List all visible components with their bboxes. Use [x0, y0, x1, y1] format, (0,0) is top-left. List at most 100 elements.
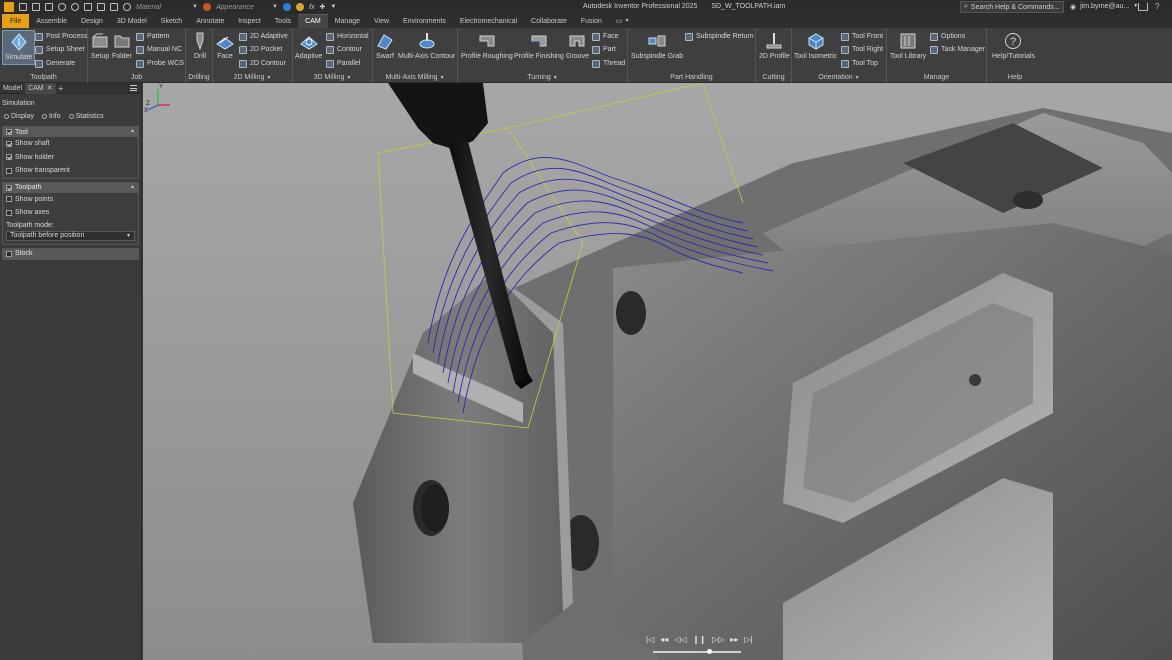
appearance-override-icon[interactable]: [123, 3, 131, 11]
simulate-button[interactable]: Simulate: [2, 30, 36, 65]
clear-appearance-icon[interactable]: [283, 3, 291, 11]
multi-axis-contour-button[interactable]: Multi-Axis Contour: [398, 30, 455, 60]
2d-adaptive-button[interactable]: 2D Adaptive: [239, 31, 288, 42]
part-button[interactable]: Part: [592, 44, 616, 55]
select-icon[interactable]: [110, 3, 118, 11]
tab-design[interactable]: Design: [74, 14, 110, 28]
toolpath-mode-select[interactable]: Toolpath before position ▼: [6, 230, 135, 241]
step-forward-icon[interactable]: ▸▸: [730, 635, 738, 644]
show-transparent-option[interactable]: Show transparent: [3, 164, 138, 178]
fx-button[interactable]: fx: [309, 4, 314, 11]
plus-icon[interactable]: ✚: [319, 3, 325, 11]
manual-nc-button[interactable]: Manual NC: [136, 44, 182, 55]
tool-right-button[interactable]: Tool Right: [841, 44, 883, 55]
subspindle-return-button[interactable]: Subspindle Return: [685, 31, 754, 42]
customize-qat-icon[interactable]: ▼: [330, 4, 336, 10]
tab-model[interactable]: Model: [0, 83, 25, 94]
panel-label-multi-axis[interactable]: Multi-Axis Milling ▼: [373, 74, 457, 81]
simulation-timeline[interactable]: [653, 649, 741, 654]
view-triad[interactable]: Y Z X: [143, 83, 173, 113]
tab-fusion[interactable]: Fusion: [574, 14, 609, 28]
panel-label-2d-milling[interactable]: 2D Milling ▼: [213, 74, 292, 81]
subtab-statistics[interactable]: Statistics: [68, 113, 104, 120]
options-button[interactable]: Options: [930, 31, 965, 42]
tab-cam-browser[interactable]: CAM ✕: [25, 82, 56, 94]
panel-label-turning[interactable]: Turning ▼: [458, 74, 627, 81]
save-icon[interactable]: [45, 3, 53, 11]
material-dropdown[interactable]: Material ▼: [136, 4, 198, 11]
update-icon[interactable]: [97, 3, 105, 11]
2d-profile-button[interactable]: 2D Profile: [759, 30, 790, 60]
generate-button[interactable]: Generate: [35, 58, 75, 69]
ribbon-options-button[interactable]: ▭ ▼: [609, 14, 637, 28]
tool-section-checkbox[interactable]: [6, 129, 12, 135]
toolpath-section-checkbox[interactable]: [6, 184, 12, 191]
show-points-checkbox[interactable]: [6, 196, 12, 203]
show-transparent-checkbox[interactable]: [6, 167, 12, 174]
tool-section-header[interactable]: Tool ▲: [3, 127, 138, 137]
parallel-button[interactable]: Parallel: [326, 58, 360, 69]
stock-section-header[interactable]: Stock: [3, 248, 138, 259]
2d-contour-button[interactable]: 2D Contour: [239, 58, 286, 69]
contour-button[interactable]: Contour: [326, 44, 362, 55]
tab-sketch[interactable]: Sketch: [154, 14, 189, 28]
subtab-info[interactable]: Info: [41, 113, 61, 120]
show-shaft-option[interactable]: Show shaft: [3, 137, 138, 151]
probe-wcs-button[interactable]: Probe WCS: [136, 58, 184, 69]
show-axes-checkbox[interactable]: [6, 209, 12, 216]
pattern-button[interactable]: Pattern: [136, 31, 170, 42]
rewind-icon[interactable]: ◁◁: [674, 635, 686, 644]
2d-pocket-button[interactable]: 2D Pocket: [239, 44, 282, 55]
help-tutorials-button[interactable]: ? Help/Tutorials: [992, 30, 1035, 60]
tab-assemble[interactable]: Assemble: [29, 14, 74, 28]
user-menu[interactable]: ◉ jim.byrne@au... ▼: [1070, 3, 1138, 11]
panel-label-orientation[interactable]: Orientation ▼: [792, 74, 886, 81]
folder-button[interactable]: Folder: [112, 30, 132, 60]
timeline-knob[interactable]: [706, 649, 712, 654]
adaptive-button[interactable]: Adaptive: [295, 30, 322, 60]
show-shaft-checkbox[interactable]: [6, 140, 12, 147]
add-tab-icon[interactable]: +: [59, 84, 64, 93]
setup-sheet-button[interactable]: Setup Sheet: [35, 44, 85, 55]
profile-roughing-button[interactable]: Profile Roughing: [461, 30, 513, 60]
subtab-display[interactable]: Display: [4, 113, 34, 120]
play-forward-icon[interactable]: ▷▷: [712, 635, 724, 644]
tab-collaborate[interactable]: Collaborate: [524, 14, 574, 28]
thread-button[interactable]: Thread: [592, 58, 625, 69]
close-icon[interactable]: ✕: [47, 84, 53, 92]
task-manager-button[interactable]: Task Manager: [930, 44, 985, 55]
search-input[interactable]: ⌕ Search Help & Commands...: [960, 1, 1064, 13]
appearance-dropdown[interactable]: Appearance ▼: [216, 4, 278, 11]
skip-to-start-icon[interactable]: |◁: [646, 635, 654, 644]
turning-face-button[interactable]: Face: [592, 31, 619, 42]
face-button[interactable]: Face: [216, 30, 234, 60]
show-axes-option[interactable]: Show axes: [3, 206, 138, 220]
hamburger-menu-icon[interactable]: [130, 85, 137, 91]
tab-environments[interactable]: Environments: [396, 14, 453, 28]
show-points-option[interactable]: Show points: [3, 193, 138, 207]
tool-isometric-button[interactable]: Tool Isometric: [794, 30, 837, 60]
redo-icon[interactable]: [71, 3, 79, 11]
tab-view[interactable]: View: [367, 14, 396, 28]
collapse-icon[interactable]: ▲: [130, 128, 135, 134]
home-icon[interactable]: [84, 3, 92, 11]
panel-label-3d-milling[interactable]: 3D Milling ▼: [293, 74, 372, 81]
skip-to-end-icon[interactable]: ▷|: [744, 635, 752, 644]
toolpath-section-header[interactable]: Toolpath ▲: [3, 182, 138, 193]
step-back-icon[interactable]: ◂◂: [660, 635, 668, 644]
show-holder-option[interactable]: Show holder: [3, 151, 138, 165]
tool-front-button[interactable]: Tool Front: [841, 31, 883, 42]
tab-inspect[interactable]: Inspect: [231, 14, 268, 28]
cart-icon[interactable]: [1138, 3, 1148, 11]
graphics-viewport[interactable]: Y Z X |◁ ◂◂ ◁◁ ❙❙ ▷▷ ▸▸ ▷|: [143, 83, 1172, 660]
new-file-icon[interactable]: [19, 3, 27, 11]
horizontal-button[interactable]: Horizontal: [326, 31, 369, 42]
inventor-app-icon[interactable]: [4, 2, 14, 12]
subspindle-grab-button[interactable]: Subspindle Grab: [631, 30, 683, 60]
help-icon[interactable]: ?: [1155, 2, 1159, 11]
tab-tools[interactable]: Tools: [268, 14, 298, 28]
pause-icon[interactable]: ❙❙: [693, 635, 706, 644]
stock-section-checkbox[interactable]: [6, 250, 12, 257]
tab-cam[interactable]: CAM: [298, 14, 328, 28]
tool-library-button[interactable]: Tool Library: [890, 30, 926, 60]
